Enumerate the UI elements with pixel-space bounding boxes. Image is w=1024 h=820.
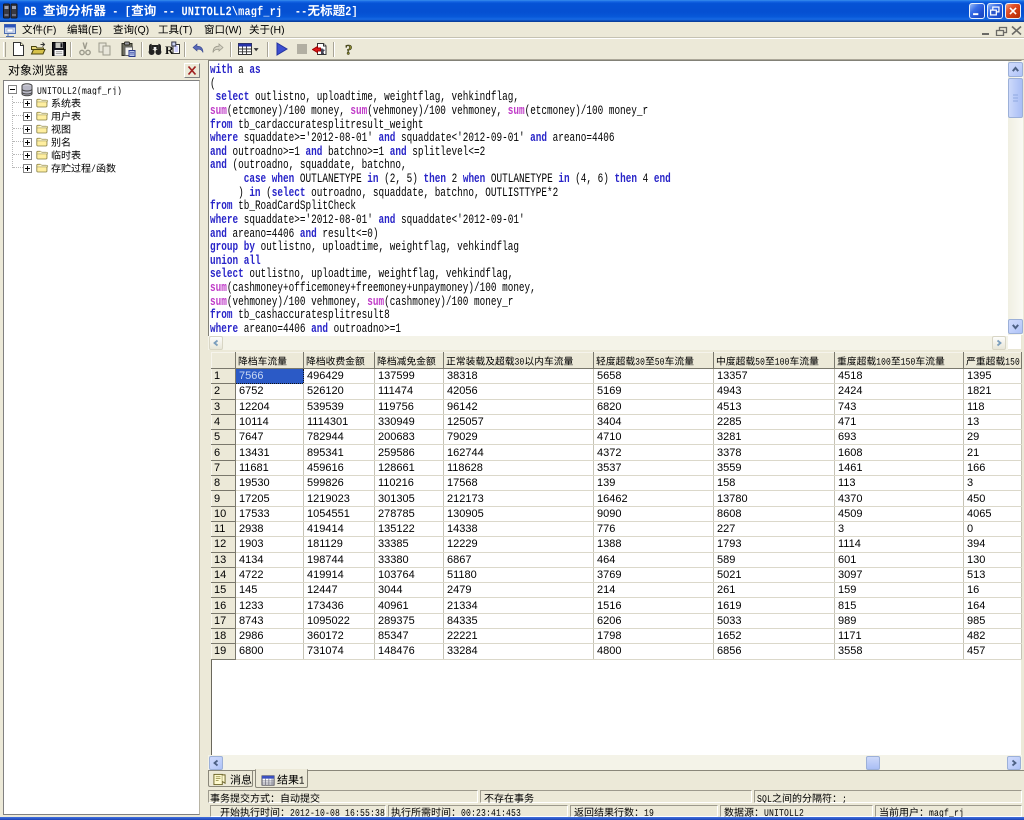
svg-text:?: ? [345, 43, 353, 58]
